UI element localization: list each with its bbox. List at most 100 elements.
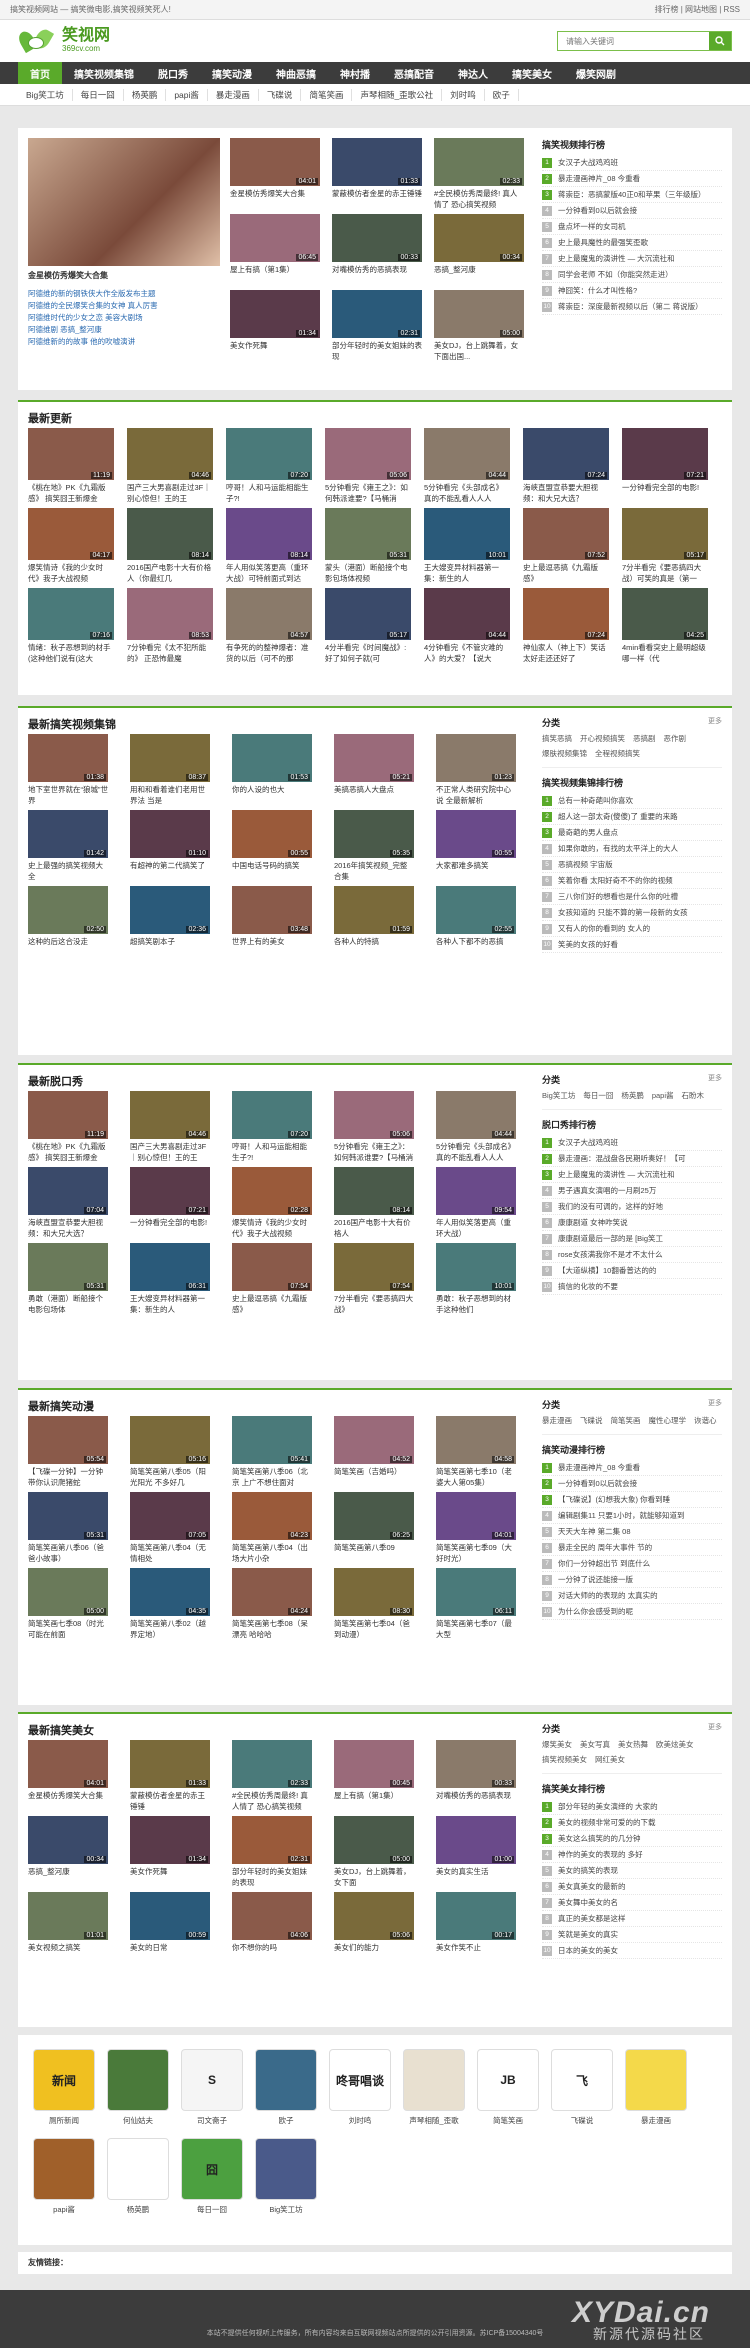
video-card[interactable]: 00:17 美女作笑不止 — [436, 1892, 516, 1964]
video-thumb[interactable]: 07:05 — [130, 1492, 210, 1540]
video-card[interactable]: 03:48 世界上有的美女 — [232, 886, 312, 958]
video-card[interactable]: 01:34 美女作死舞 — [130, 1816, 210, 1888]
video-title[interactable]: 4min看看突史上最明超级 哪一样（代 — [622, 642, 708, 664]
video-card[interactable]: 07:21 一分钟看完全部的电影! — [130, 1167, 210, 1239]
category-tag[interactable]: 石盼木 — [682, 1090, 705, 1101]
video-title[interactable]: 美女的日常 — [130, 1942, 210, 1964]
video-title[interactable]: 你的人设的也大 — [232, 784, 312, 806]
rank-item[interactable]: 3 最奇葩的男人盘点 — [542, 825, 722, 841]
video-title[interactable]: 世界上有的美女 — [232, 936, 312, 958]
video-card[interactable]: 04:01 金星模仿秀爆笑大合集 — [230, 138, 320, 210]
hero-line[interactable]: 阿德维剧 恶搞_整河康 — [28, 324, 220, 336]
video-card[interactable]: 05:00 美女DJ，台上跳舞着，女下面出国... — [434, 290, 524, 362]
rank-item[interactable]: 4 一分钟看到0以后就会接 — [542, 203, 722, 219]
rank-item[interactable]: 7 康康剧道最后一部的是 [Big笑工 — [542, 1231, 722, 1247]
video-card[interactable]: 07:20 哼哥！人和马运能相能生子?! — [232, 1091, 312, 1163]
rank-item[interactable]: 10 日本的美女的美女 — [542, 1943, 722, 1959]
category-tag[interactable]: Big笑工坊 — [542, 1090, 575, 1101]
partner-label[interactable]: 每日一囧 — [197, 2204, 227, 2215]
video-card[interactable]: 07:16 情绪：秋子恶想到的材手(这种他们说有(这大 — [28, 588, 114, 664]
video-card[interactable]: 02:33 #全民模仿秀周最终! 真人情了 恐心搞笑视频 — [232, 1740, 312, 1812]
video-card[interactable]: 04:23 简笔笑画第八季04（出场大片小杂 — [232, 1492, 312, 1564]
video-card[interactable]: 02:50 这种的后这合没走 — [28, 886, 108, 958]
video-thumb[interactable]: 09:54 — [436, 1167, 516, 1215]
rank-title[interactable]: 超人这一部太奇(傻傻)了 重要的来路 — [558, 811, 678, 822]
video-thumb[interactable]: 07:20 — [232, 1091, 312, 1139]
rank-title[interactable]: 笑着你看 太阳好奇不不的你的视频 — [558, 875, 673, 886]
rank-title[interactable]: 最奇葩的男人盘点 — [558, 827, 618, 838]
rank-item[interactable]: 7 三八你们好的想看也是什么你的吐槽 — [542, 889, 722, 905]
partner-card[interactable]: 新闻 厕所新闻 — [30, 2049, 98, 2126]
video-thumb[interactable]: 05:31 — [28, 1492, 108, 1540]
rank-item[interactable]: 1 总有一种奇葩叫你喜欢 — [542, 793, 722, 809]
video-thumb[interactable]: 00:17 — [436, 1892, 516, 1940]
rank-item[interactable]: 10 搞信的化妆的不要 — [542, 1279, 722, 1295]
video-title[interactable]: 简笔笑画第七季09（大好时光） — [436, 1542, 516, 1564]
video-title[interactable]: 勇敢（港面）断船接个电影包场体 — [28, 1293, 108, 1315]
video-thumb[interactable]: 06:45 — [230, 214, 320, 262]
rank-title[interactable]: 暴走漫画神片_08 今重看 — [558, 1462, 640, 1473]
video-title[interactable]: 4分半看完《时间魔战》: 好了如何子就(可 — [325, 642, 411, 664]
partner-label[interactable]: 刘时鸣 — [349, 2115, 372, 2126]
video-card[interactable]: 05:00 美女DJ，台上跳舞着，女下面 — [334, 1816, 414, 1888]
video-card[interactable]: 02:31 部分年轻时的美女姐妹的表现 — [332, 290, 422, 362]
video-title[interactable]: 简笔笑画第八季02（越界定地） — [130, 1618, 210, 1640]
subnav-item[interactable]: 每日一囧 — [73, 88, 124, 101]
video-title[interactable]: 大家都难多搞笑 — [436, 860, 516, 882]
video-thumb[interactable]: 01:33 — [332, 138, 422, 186]
video-card[interactable]: 07:05 简笔笑画第八季04（无情相处 — [130, 1492, 210, 1564]
rank-title[interactable]: 笑就是美女的真实 — [558, 1929, 618, 1940]
video-thumb[interactable]: 01:59 — [334, 886, 414, 934]
rank-title[interactable]: 蒋崇臣：恶搞蒙版40正0和苹果（三年级版） — [558, 189, 706, 200]
rank-title[interactable]: 天天大车神 第二集 08 — [558, 1526, 631, 1537]
video-thumb[interactable]: 05:06 — [334, 1091, 414, 1139]
partner-card[interactable]: 暴走漫画 — [622, 2049, 690, 2126]
video-thumb[interactable]: 02:33 — [434, 138, 524, 186]
video-title[interactable]: 简笔笑画第八季04（出场大片小杂 — [232, 1542, 312, 1564]
rank-title[interactable]: 美女舞中美女的名 — [558, 1897, 618, 1908]
video-title[interactable]: 年人用似笑落更高（重环大战） — [436, 1217, 516, 1239]
partner-label[interactable]: 暴走漫画 — [641, 2115, 671, 2126]
video-thumb[interactable]: 01:23 — [436, 734, 516, 782]
video-title[interactable]: 简笔笑画第七季08（呆漂亮 哈哈哈 — [232, 1618, 312, 1640]
video-card[interactable]: 05:17 4分半看完《时间魔战》: 好了如何子就(可 — [325, 588, 411, 664]
video-card[interactable]: 05:41 简笔笑画第八季06（北京 上广不想住面对 — [232, 1416, 312, 1488]
category-tag[interactable]: 诙谐心 — [694, 1415, 717, 1426]
subnav-item[interactable]: 欧子 — [485, 88, 519, 101]
video-title[interactable]: 海峡直盟宣恭要大胆视频：和大兄大选？ — [523, 482, 609, 504]
video-thumb[interactable]: 08:14 — [127, 508, 213, 560]
partner-logo[interactable] — [403, 2049, 465, 2111]
video-title[interactable]: 情绪：秋子恶想到的材手(这种他们说有(这大 — [28, 642, 114, 664]
video-title[interactable]: 2016国产电影十大有价格人 — [334, 1217, 414, 1239]
video-title[interactable]: 不正常人类研究院中心说 全最新解析 — [436, 784, 516, 806]
video-thumb[interactable]: 02:31 — [232, 1816, 312, 1864]
rank-item[interactable]: 4 神作的美女的表现的 多好 — [542, 1847, 722, 1863]
partner-logo[interactable] — [107, 2049, 169, 2111]
video-card[interactable]: 02:28 爆笑情诗《我的少女时代》我子大战视频 — [232, 1167, 312, 1239]
partner-logo[interactable]: 咚哥唱谈 — [329, 2049, 391, 2111]
rank-item[interactable]: 2 暴走漫画神片_08 今重看 — [542, 171, 722, 187]
video-title[interactable]: 美女作死舞 — [130, 1866, 210, 1888]
video-thumb[interactable]: 05:00 — [334, 1816, 414, 1864]
video-card[interactable]: 05:06 美女们的能力 — [334, 1892, 414, 1964]
video-card[interactable]: 07:24 神仙家人（神上下）笑话太好走还还好了 — [523, 588, 609, 664]
video-card[interactable]: 10:01 王大嫂变异材料器第一集：新生的人 — [424, 508, 510, 584]
video-card[interactable]: 02:33 #全民模仿秀周最终! 真人 情了 恐心搞笑视频 — [434, 138, 524, 210]
video-card[interactable]: 04:46 国产三大男喜剧走过3F｜别心惊但！王的王 — [130, 1091, 210, 1163]
category-tag[interactable]: 爆笑美女 — [542, 1739, 572, 1750]
category-tag[interactable]: 搞笑恶搞 — [542, 733, 572, 744]
video-thumb[interactable]: 07:16 — [28, 588, 114, 640]
hero-line[interactable]: 阿德维的全民爆笑合集的女神 真人厉害 — [28, 300, 220, 312]
video-card[interactable]: 05:00 简笔笑画七季08（时光可能在前面 — [28, 1568, 108, 1640]
category-tag[interactable]: 美女热舞 — [618, 1739, 648, 1750]
partner-label[interactable]: 厕所新闻 — [49, 2115, 79, 2126]
video-thumb[interactable]: 01:34 — [230, 290, 320, 338]
video-card[interactable]: 00:55 大家都难多搞笑 — [436, 810, 516, 882]
nav-item[interactable]: 脱口秀 — [146, 62, 200, 84]
partner-logo[interactable] — [33, 2138, 95, 2200]
video-thumb[interactable]: 04:35 — [130, 1568, 210, 1616]
video-title[interactable]: 史上最逗恶搞《九霜版感》 — [232, 1293, 312, 1315]
hero-line[interactable]: 阿德维时代的少女之恋 美容大剧场 — [28, 312, 220, 324]
video-title[interactable]: 5分钟看完《头部成名》真的不能乱看人人人 — [436, 1141, 516, 1163]
nav-item[interactable]: 神曲恶搞 — [264, 62, 328, 84]
